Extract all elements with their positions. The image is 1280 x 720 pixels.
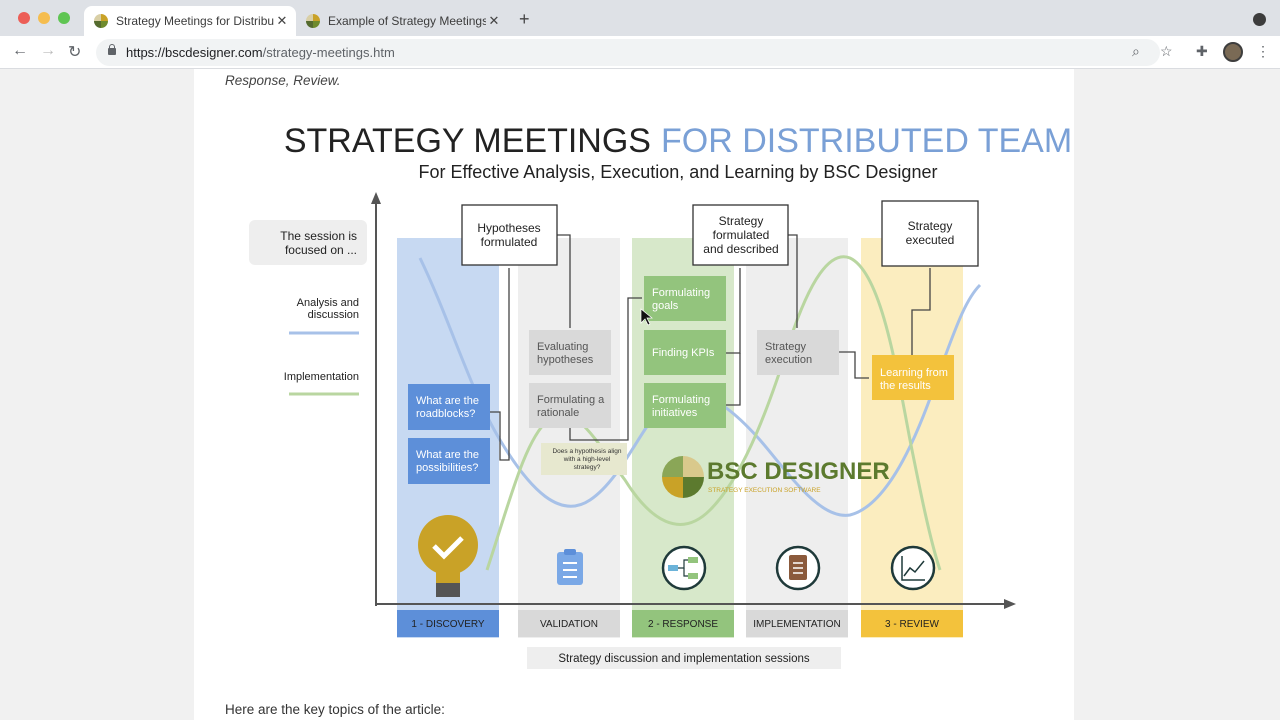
url-text: https://bscdesigner.com/strategy-meeting…: [126, 45, 395, 60]
key-topics-text: Here are the key topics of the article:: [225, 702, 445, 717]
executed-line2: executed: [906, 233, 955, 247]
roadblocks-line1: What are the: [416, 395, 479, 407]
stage-response-label: 2 - RESPONSE: [648, 619, 718, 630]
browser-toolbar: ← → ↻ https://bscdesigner.com/strategy-m…: [0, 36, 1280, 69]
bookmark-star-icon[interactable]: ☆: [1160, 43, 1173, 60]
possibilities-card: [408, 438, 490, 484]
align-line3: strategy?: [574, 464, 601, 471]
legend-implementation-label: Implementation: [284, 371, 359, 383]
logo-name: BSC DESIGNER: [707, 458, 890, 485]
back-icon[interactable]: ←: [12, 42, 28, 60]
execution-line2: execution: [765, 354, 812, 366]
align-line2: with a high-level: [563, 456, 611, 463]
address-bar[interactable]: https://bscdesigner.com/strategy-meeting…: [96, 39, 1160, 66]
goals-line2: goals: [652, 300, 679, 312]
learning-line1: Learning from: [880, 367, 948, 379]
hypotheses-line1: Hypotheses: [477, 221, 540, 235]
formulated-line1: Strategy: [719, 214, 764, 228]
legend-analysis-line1: Analysis and: [297, 297, 359, 309]
learning-line2: the results: [880, 380, 931, 392]
minimize-window-button[interactable]: [38, 12, 50, 24]
roadblocks-line2: roadblocks?: [416, 408, 475, 420]
possibilities-line1: What are the: [416, 449, 479, 461]
initiatives-line2: initiatives: [652, 407, 698, 419]
infographic-title: STRATEGY MEETINGS FOR DISTRIBUTED TEAM: [284, 122, 1072, 160]
align-line1: Does a hypothesis align: [552, 448, 621, 455]
close-tab-icon[interactable]: ✕: [486, 13, 502, 29]
strategy-map-icon: [661, 545, 707, 591]
maximize-window-button[interactable]: [58, 12, 70, 24]
bsc-favicon-icon: [94, 14, 108, 28]
stage-review-label: 3 - REVIEW: [885, 619, 939, 630]
forward-icon[interactable]: →: [40, 42, 56, 60]
strategy-meetings-infographic: STRATEGY MEETINGS FOR DISTRIBUTED TEAM Fo…: [249, 122, 1072, 669]
checklist-icon: [775, 545, 821, 591]
kpis-line: Finding KPIs: [652, 347, 715, 359]
close-tab-icon[interactable]: ✕: [274, 13, 290, 29]
lead-text: Response, Review.: [225, 73, 341, 88]
url-path: /strategy-meetings.htm: [262, 45, 395, 60]
initiatives-line1: Formulating: [652, 394, 710, 406]
menu-kebab-icon[interactable]: ⋮: [1256, 43, 1270, 60]
logo-tagline: STRATEGY EXECUTION SOFTWARE: [708, 487, 821, 494]
lock-icon: [108, 44, 116, 55]
avatar[interactable]: [1223, 42, 1243, 62]
extensions-icon[interactable]: ✚: [1196, 43, 1208, 60]
legend-focus-line2: focused on ...: [285, 243, 357, 257]
x-axis-arrow-icon: [1004, 599, 1016, 609]
new-tab-icon[interactable]: +: [519, 9, 530, 30]
tab-title: Strategy Meetings for Distribut: [116, 14, 274, 28]
close-window-button[interactable]: [18, 12, 30, 24]
formulated-line3: and described: [703, 242, 778, 256]
bsc-favicon-icon: [306, 14, 320, 28]
title-part-2: FOR DISTRIBUTED TEAM: [661, 122, 1072, 160]
hypotheses-line2: formulated: [481, 235, 538, 249]
zoom-search-icon[interactable]: ⌕: [1132, 43, 1140, 60]
evaluating-line1: Evaluating: [537, 341, 588, 353]
tab-search-icon[interactable]: [1253, 13, 1266, 26]
rationale-line2: rationale: [537, 407, 579, 419]
sessions-label: Strategy discussion and implementation s…: [558, 653, 809, 665]
tab-strategy-meetings[interactable]: Strategy Meetings for Distribut ✕: [84, 6, 296, 36]
executed-line1: Strategy: [908, 219, 953, 233]
goals-line1: Formulating: [652, 287, 710, 299]
tab-example-strategy-meetings[interactable]: Example of Strategy Meetings ✕: [296, 6, 508, 36]
url-host: https://bscdesigner.com: [126, 45, 263, 60]
article-page: Response, Review. STRATEGY MEETINGS FOR D…: [194, 69, 1074, 720]
stage-implementation-label: IMPLEMENTATION: [753, 619, 840, 630]
stage-discovery-label: 1 - DISCOVERY: [411, 619, 484, 630]
reload-icon[interactable]: ↻: [68, 42, 81, 62]
title-part-1: STRATEGY MEETINGS: [284, 122, 651, 160]
evaluating-line2: hypotheses: [537, 354, 594, 366]
legend-focus-line1: The session is: [280, 229, 357, 243]
tab-title: Example of Strategy Meetings: [328, 14, 486, 28]
y-axis-arrow-icon: [371, 192, 381, 204]
execution-line1: Strategy: [765, 341, 806, 353]
stage-validation-label: VALIDATION: [540, 619, 598, 630]
clipboard-icon: [557, 549, 583, 585]
legend-analysis-line2: discussion: [308, 309, 359, 321]
infographic-subtitle: For Effective Analysis, Execution, and L…: [419, 162, 938, 182]
growth-chart-icon: [890, 545, 936, 591]
bsc-designer-logo-icon: [662, 456, 704, 498]
formulated-line2: formulated: [713, 228, 770, 242]
possibilities-line2: possibilities?: [416, 462, 478, 474]
tab-strip: Strategy Meetings for Distribut ✕ Exampl…: [0, 0, 1280, 36]
roadblocks-card: [408, 384, 490, 430]
rationale-line1: Formulating a: [537, 394, 605, 406]
